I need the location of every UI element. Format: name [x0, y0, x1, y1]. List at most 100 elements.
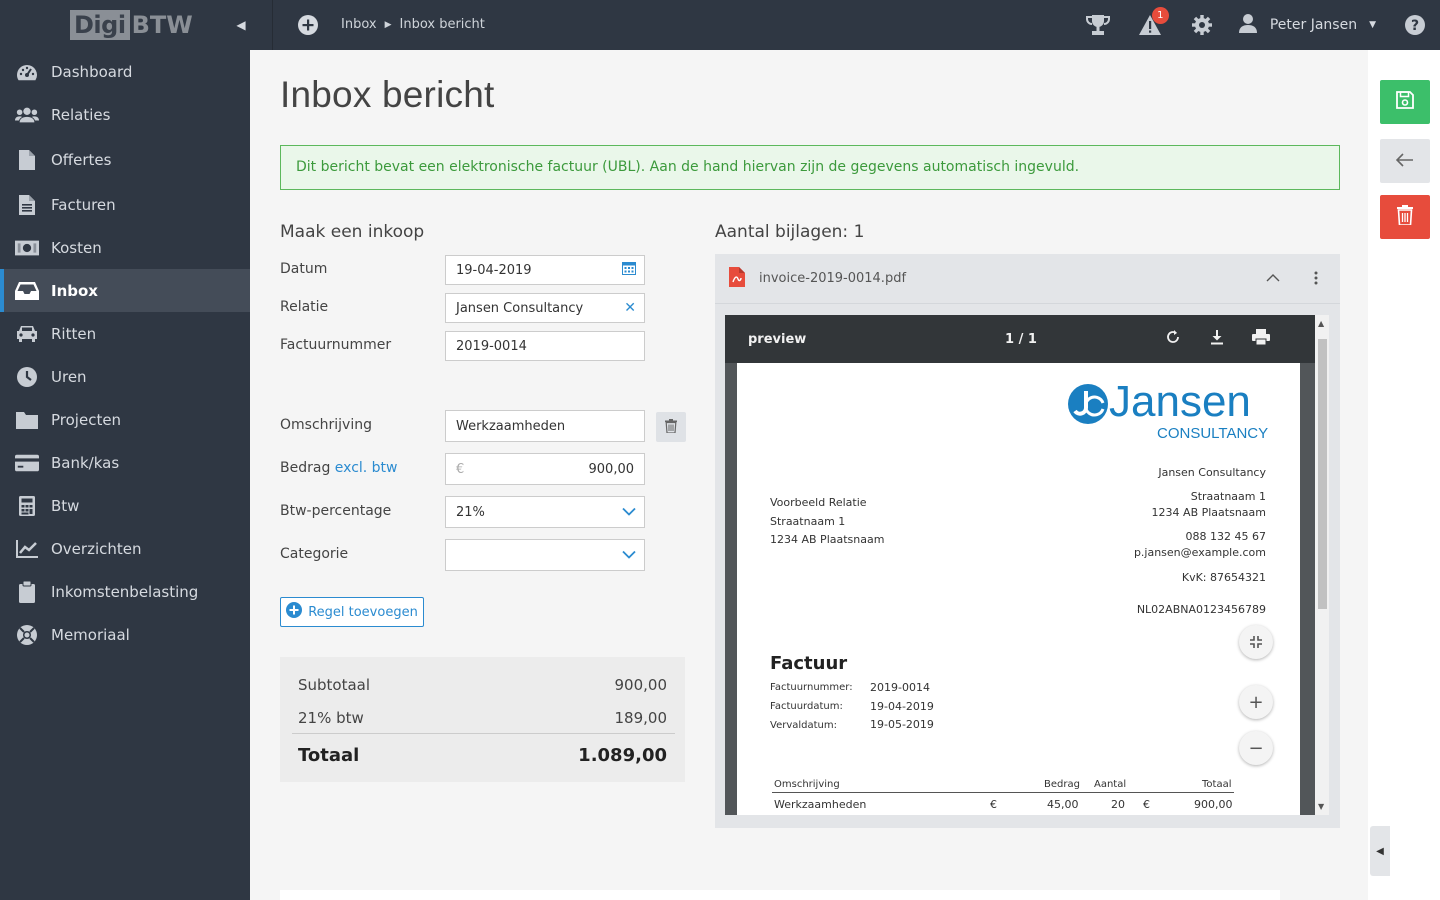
sidebar-item-label: Ritten	[51, 324, 97, 343]
topbar: Inbox ▶ Inbox bericht 1 Peter Jansen ▼ ?	[250, 0, 1440, 50]
calendar-icon[interactable]	[622, 261, 636, 279]
sidebar-item-label: Offertes	[51, 150, 112, 169]
relatie-value: Jansen Consultancy	[456, 300, 584, 316]
file-text-icon	[15, 194, 39, 215]
sidebar-item-relaties[interactable]: Relaties	[0, 93, 250, 136]
sidebar-item-dashboard[interactable]: Dashboard	[0, 50, 250, 93]
totals-box: Subtotaal 900,00 21% btw 189,00 Totaal 1…	[280, 657, 685, 782]
currency-symbol: €	[456, 461, 465, 477]
add-line-button[interactable]: Regel toevoegen	[280, 597, 424, 627]
sender-kvk: KvK: 87654321	[1181, 571, 1266, 584]
zoom-out-icon[interactable]: −	[1239, 731, 1273, 765]
app-logo[interactable]: Digi BTW ◀	[0, 0, 250, 50]
sidebar-item-kosten[interactable]: Kosten	[0, 226, 250, 269]
invoice-logo-mark	[1067, 383, 1109, 429]
clear-icon[interactable]: ✕	[624, 300, 636, 316]
logo-btw: BTW	[131, 11, 193, 39]
invoice-heading: Factuur	[770, 653, 848, 674]
sidebar-item-label: Uren	[51, 367, 87, 386]
arrow-left-icon	[1395, 152, 1414, 171]
recipient-name: Voorbeeld Relatie	[770, 496, 867, 509]
btw-percentage-select[interactable]: 21%	[445, 496, 645, 528]
sidebar-item-offertes[interactable]: Offertes	[0, 136, 250, 183]
sidebar-collapse-icon[interactable]: ◀	[231, 16, 251, 34]
sidebar-item-label: Facturen	[51, 195, 116, 214]
sidebar-item-uren[interactable]: Uren	[0, 355, 250, 398]
total-label: Totaal	[298, 745, 360, 766]
sidebar-item-inbox[interactable]: Inbox	[0, 269, 250, 312]
save-button[interactable]	[1380, 80, 1430, 124]
sender-name: Jansen Consultancy	[1158, 466, 1266, 479]
breadcrumb-inbox[interactable]: Inbox	[341, 17, 377, 32]
subtotal-value: 900,00	[614, 676, 668, 694]
datum-label: Datum	[280, 261, 328, 277]
help-icon[interactable]: ?	[1390, 0, 1440, 50]
vat-label: 21% btw	[298, 709, 364, 727]
total-row: Totaal 1.089,00	[298, 745, 667, 766]
row-aantal: 20	[1111, 798, 1125, 811]
bedrag-input[interactable]: € 900,00	[445, 453, 645, 485]
sender-phone: 088 132 45 67	[1185, 530, 1266, 543]
sidebar-item-facturen[interactable]: Facturen	[0, 183, 250, 226]
pdf-page-indicator: 1 / 1	[1005, 331, 1037, 347]
print-icon[interactable]	[1252, 329, 1270, 349]
sidebar-item-label: Memoriaal	[51, 625, 130, 644]
sidebar-item-inkomstenbelasting[interactable]: Inkomstenbelasting	[0, 570, 250, 613]
col-aantal: Aantal	[1094, 779, 1127, 790]
scroll-up-icon[interactable]: ▲	[1318, 319, 1324, 328]
bedrag-excl-btw-link[interactable]: excl. btw	[335, 460, 398, 476]
chevron-up-icon[interactable]	[1266, 271, 1280, 286]
pdf-file-icon	[729, 266, 745, 291]
sidebar-item-overzichten[interactable]: Overzichten	[0, 527, 250, 570]
user-menu[interactable]: Peter Jansen ▼	[1228, 13, 1390, 37]
pdf-toolbar: preview 1 / 1	[725, 315, 1315, 363]
trophy-icon[interactable]	[1072, 0, 1124, 50]
omschrijving-input[interactable]: Werkzaamheden	[445, 410, 645, 442]
meta-label: Factuurnummer:	[770, 682, 853, 693]
scroll-down-icon[interactable]: ▼	[1318, 802, 1324, 811]
plus-circle-icon	[286, 602, 303, 622]
gear-icon[interactable]	[1176, 0, 1228, 50]
sender-street: Straatnaam 1	[1190, 490, 1266, 503]
attachment-panel: invoice-2019-0014.pdf preview 1 / 1 Jans…	[715, 254, 1340, 828]
btw-percentage-label: Btw-percentage	[280, 503, 392, 519]
sidebar-item-label: Inbox	[51, 281, 98, 300]
delete-line-button[interactable]	[656, 412, 686, 442]
factuurnummer-input[interactable]: 2019-0014	[445, 331, 645, 361]
page-title: Inbox bericht	[280, 74, 495, 115]
file-icon	[15, 149, 39, 170]
sidebar-item-ritten[interactable]: Ritten	[0, 312, 250, 355]
subtotal-row: Subtotaal 900,00	[298, 676, 667, 694]
relatie-select[interactable]: Jansen Consultancy ✕	[445, 293, 645, 323]
back-button[interactable]	[1380, 139, 1430, 183]
download-icon[interactable]	[1209, 329, 1225, 349]
delete-button[interactable]	[1380, 195, 1430, 239]
warning-icon[interactable]: 1	[1124, 0, 1176, 50]
zoom-in-icon[interactable]: +	[1239, 685, 1273, 719]
attachment-filename[interactable]: invoice-2019-0014.pdf	[759, 271, 906, 286]
chevron-down-icon	[622, 548, 636, 563]
row-currency: €	[990, 798, 997, 811]
fit-page-icon[interactable]	[1239, 625, 1273, 659]
logo-digi: Digi	[70, 10, 130, 40]
pdf-scrollbar[interactable]: ▲ ▼	[1315, 315, 1329, 815]
clipboard-icon	[15, 580, 39, 603]
rotate-icon[interactable]	[1165, 329, 1181, 349]
sidebar-item-memoriaal[interactable]: Memoriaal	[0, 613, 250, 656]
sidebar-item-bank-kas[interactable]: Bank/kas	[0, 441, 250, 484]
add-circle-icon[interactable]	[298, 15, 318, 35]
categorie-select[interactable]	[445, 539, 645, 571]
rail-collapse-button[interactable]: ◀	[1370, 826, 1390, 876]
sidebar-nav: Dashboard Relaties Offertes Facturen Kos…	[0, 50, 250, 656]
action-rail: ◀	[1368, 50, 1440, 900]
more-vertical-icon[interactable]	[1314, 271, 1318, 289]
datum-input[interactable]: 19-04-2019	[445, 255, 645, 285]
notification-badge: 1	[1151, 7, 1169, 24]
vat-row: 21% btw 189,00	[298, 709, 667, 727]
col-totaal: Totaal	[1202, 779, 1232, 790]
sidebar-item-projecten[interactable]: Projecten	[0, 398, 250, 441]
sidebar-item-btw[interactable]: Btw	[0, 484, 250, 527]
trash-icon	[665, 418, 677, 437]
attachment-header[interactable]: invoice-2019-0014.pdf	[715, 254, 1340, 304]
scroll-thumb[interactable]	[1318, 339, 1327, 609]
